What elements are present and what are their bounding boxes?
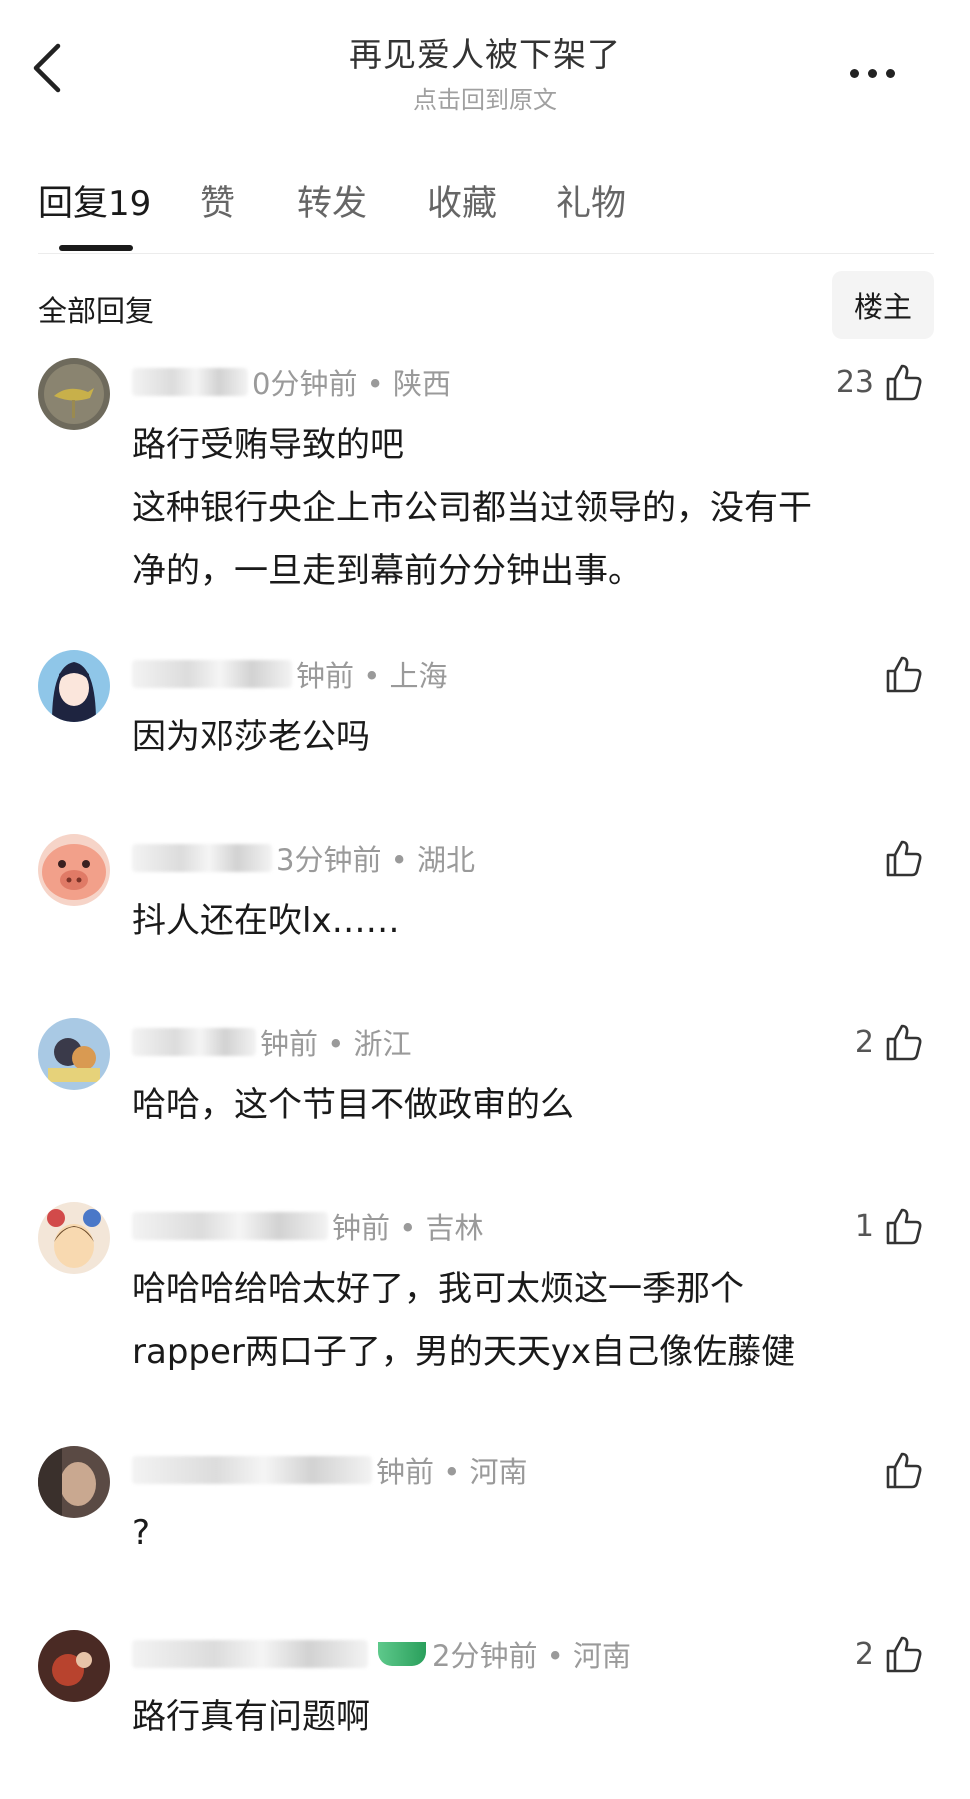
avatar[interactable] [38,650,110,722]
comment-meta: 钟前 • 浙江 [132,1022,412,1062]
tab-bar: 回复19 赞 转发 收藏 礼物 [38,175,938,255]
username-blurred[interactable] [132,368,248,396]
replies-header: 全部回复 楼主 [38,268,934,339]
thumbs-up-icon [886,364,922,401]
comment-meta: 钟前 • 河南 [132,1450,528,1490]
top-bar: 再见爱人被下架了 点击回到原文 [0,0,970,130]
username-blurred[interactable] [132,1212,328,1240]
comment-text: 因为邓莎老公吗 [132,717,370,757]
like-button[interactable]: 1 [855,1202,924,1250]
like-button[interactable]: 2 [855,1018,924,1066]
username-blurred[interactable] [132,660,292,688]
like-button[interactable] [874,650,924,698]
back-to-original-link[interactable]: 点击回到原文 [0,80,970,115]
avatar[interactable] [38,358,110,430]
comment-text: 抖人还在吹lx…… [132,901,400,941]
like-button[interactable]: 23 [836,358,924,406]
comment-text: 哈哈哈给哈太好了，我可太烦这一季那个 rapper两口子了，男的天天yx自己像佐… [132,1269,796,1372]
tab-favorites[interactable]: 收藏 [427,175,497,226]
tabs-divider [38,253,934,254]
more-button[interactable] [850,58,910,88]
thumbs-up-icon [886,840,922,877]
avatar[interactable] [38,1630,110,1702]
username-blurred[interactable] [132,1456,372,1484]
thumbs-up-icon [886,1208,922,1245]
comment-meta: 3分钟前 • 湖北 [132,838,475,878]
comment-text: 路行受贿导致的吧 这种银行央企上市公司都当过领导的，没有干 净的，一旦走到幕前分… [132,425,812,591]
page-title: 再见爱人被下架了 [349,35,621,74]
reply-count: 19 [108,184,152,224]
username-blurred[interactable] [132,1640,368,1668]
thumbs-up-icon [886,1452,922,1489]
avatar[interactable] [38,1446,110,1518]
username-blurred[interactable] [132,844,272,872]
thumbs-up-icon [886,1636,922,1673]
comment-text: ? [132,1513,151,1553]
comment-meta: 2分钟前 • 河南 [132,1634,631,1674]
avatar[interactable] [38,1202,110,1274]
avatar[interactable] [38,1018,110,1090]
thumbs-up-icon [886,656,922,693]
like-button[interactable] [874,834,924,882]
comment-meta: 钟前 • 吉林 [132,1206,484,1246]
tab-gifts[interactable]: 礼物 [556,175,626,226]
thumbs-up-icon [886,1024,922,1061]
tab-replies[interactable]: 回复19 [38,175,151,226]
comment-text: 哈哈，这个节目不做政审的么 [132,1085,574,1125]
comment-meta: 0分钟前 • 陕西 [132,362,451,402]
active-tab-indicator [59,245,133,251]
all-replies-label: 全部回复 [38,294,155,328]
comment-meta: 钟前 • 上海 [132,654,448,694]
tab-likes[interactable]: 赞 [200,175,235,226]
like-button[interactable]: 2 [855,1630,924,1678]
username-blurred[interactable] [132,1028,256,1056]
comment-text: 路行真有问题啊 [132,1697,370,1737]
vip-badge-icon [378,1642,426,1666]
tab-reposts[interactable]: 转发 [297,175,367,226]
avatar[interactable] [38,834,110,906]
like-button[interactable] [874,1446,924,1494]
more-dots-icon [850,68,859,78]
op-only-button[interactable]: 楼主 [832,271,934,339]
